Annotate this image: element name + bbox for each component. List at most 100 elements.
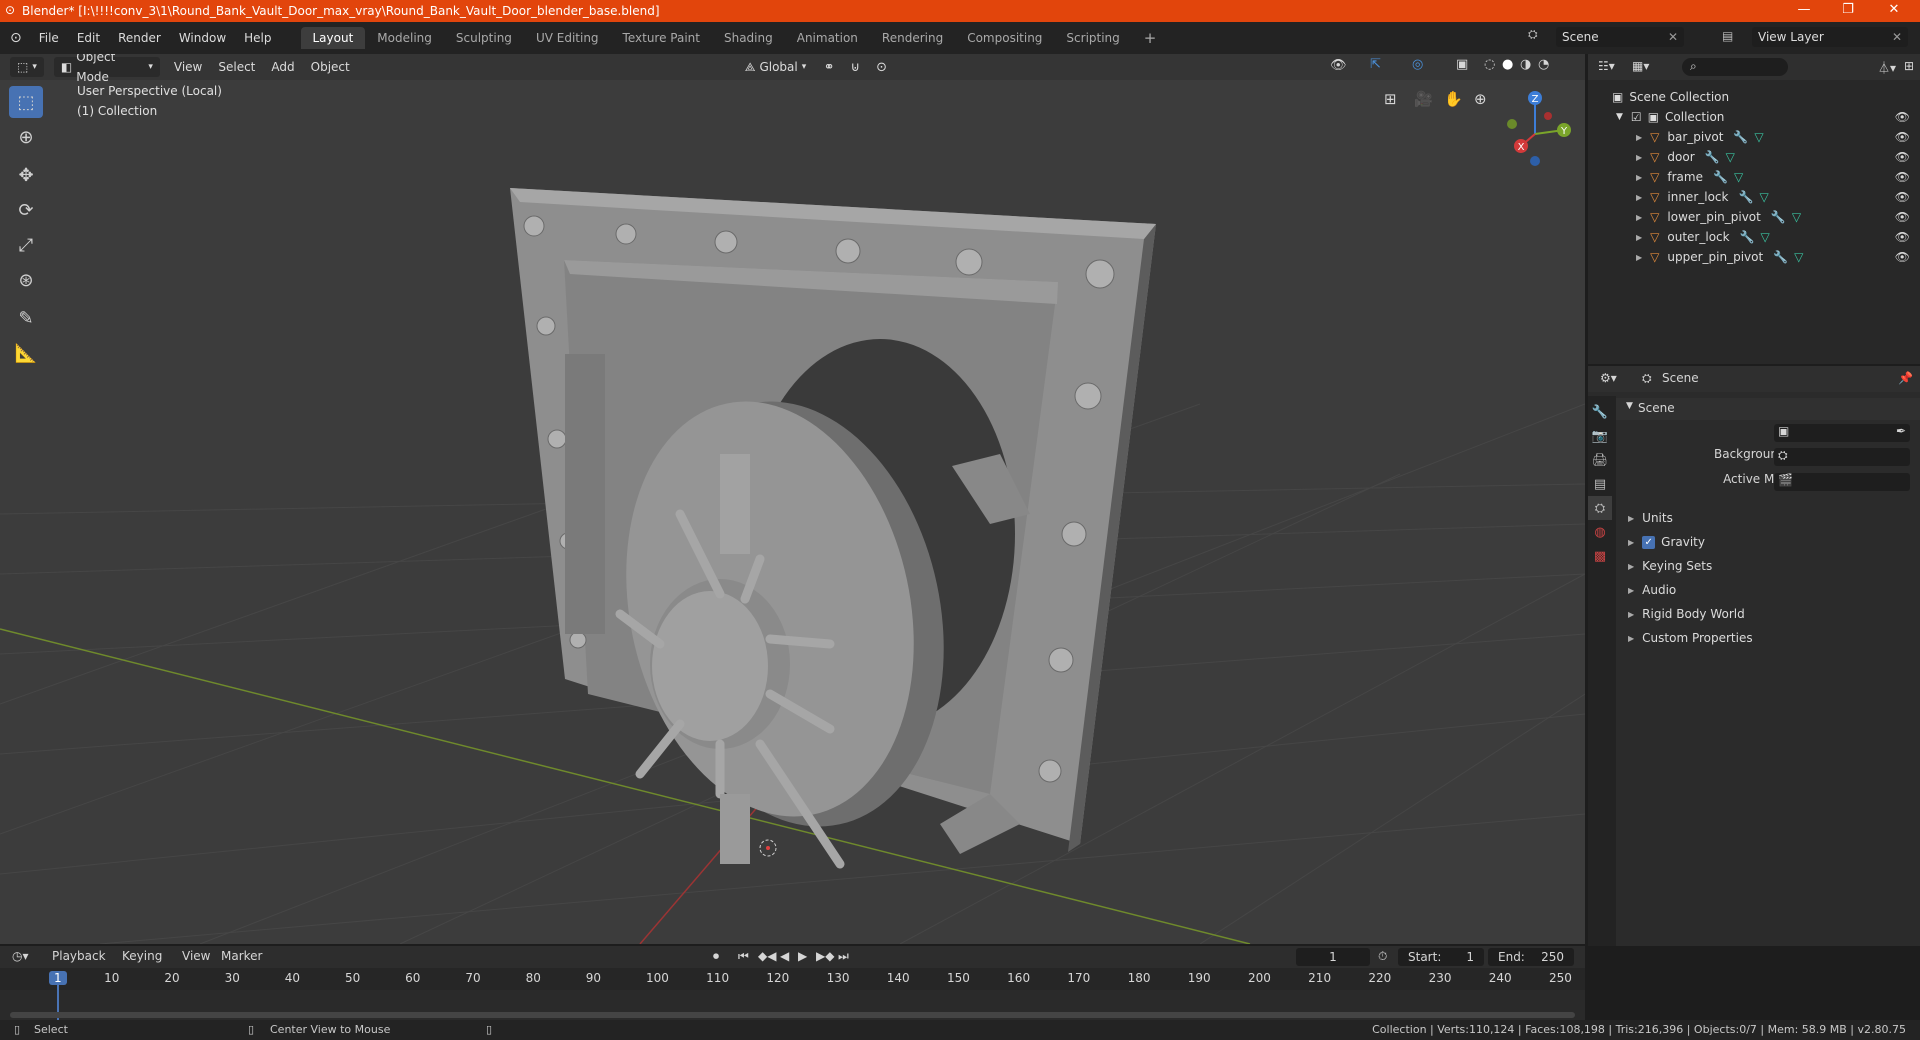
outliner-row-frame[interactable]: ▶ ▽ frame 🔧 ▽ 👁 <box>1588 167 1920 187</box>
object-visibility-icon[interactable]: 👁 <box>1895 210 1910 224</box>
output-tab-icon[interactable]: 🖨 <box>1588 448 1612 472</box>
mesh-data-icon[interactable]: ▽ <box>1759 190 1768 204</box>
object-visibility-icon[interactable]: 👁 <box>1895 190 1910 204</box>
section-audio[interactable]: ▶ Audio <box>1628 580 1918 600</box>
measure-tool[interactable]: 📐 <box>9 337 43 369</box>
outliner-row-lower-pin-pivot[interactable]: ▶ ▽ lower_pin_pivot 🔧 ▽ 👁 <box>1588 207 1920 227</box>
pan-view-icon[interactable]: ✋ <box>1444 90 1463 108</box>
camera-view-icon[interactable]: 🎥 <box>1414 90 1433 108</box>
move-tool[interactable]: ✥ <box>9 159 43 191</box>
expand-object-icon[interactable]: ▶ <box>1636 233 1642 242</box>
viewport-menu-add[interactable]: Add <box>263 60 302 74</box>
minimize-button[interactable]: — <box>1784 0 1824 22</box>
tab-scripting[interactable]: Scripting <box>1054 27 1131 49</box>
scene-tab-icon[interactable]: ⛭ <box>1588 496 1612 520</box>
modifier-icon[interactable]: 🔧 <box>1773 250 1788 264</box>
tab-sculpting[interactable]: Sculpting <box>444 27 524 49</box>
frame-ruler[interactable]: 1 10 20 30 40 50 60 70 80 90 100 110 120 130 140 150 160… <box>0 968 1585 990</box>
prev-keyframe-button[interactable]: ◆◀ <box>758 949 776 963</box>
grid-view-icon[interactable]: ⊞ <box>1384 90 1397 108</box>
mesh-data-icon[interactable]: ▽ <box>1792 210 1801 224</box>
object-visibility-icon[interactable]: 👁 <box>1895 230 1910 244</box>
outliner-row-bar-pivot[interactable]: ▶ ▽ bar_pivot 🔧 ▽ 👁 <box>1588 127 1920 147</box>
mesh-data-icon[interactable]: ▽ <box>1754 130 1763 144</box>
xray-icon[interactable]: ▣ <box>1456 57 1468 72</box>
end-frame-field[interactable]: End: 250 <box>1488 948 1574 966</box>
orientation-selector[interactable]: ⟁ Global ▾ <box>738 57 816 77</box>
display-mode-icon[interactable]: ▦▾ <box>1632 59 1649 73</box>
shading-solid-icon[interactable]: ● <box>1502 57 1513 72</box>
viewport-menu-select[interactable]: Select <box>210 60 263 74</box>
outliner-row-collection[interactable]: ▼ ☑ ▣ Collection 👁 <box>1588 107 1920 127</box>
tool-tab-icon[interactable]: 🔧 <box>1588 400 1612 424</box>
collection-checkbox[interactable]: ☑ <box>1631 110 1642 124</box>
tab-rendering[interactable]: Rendering <box>870 27 955 49</box>
menu-help[interactable]: Help <box>235 31 280 45</box>
viewport-menu-object[interactable]: Object <box>303 60 358 74</box>
view-layer-selector[interactable]: View Layer ✕ <box>1752 27 1908 47</box>
vault-door-model[interactable] <box>510 188 1156 869</box>
timeline-menu-playback[interactable]: Playback <box>52 949 106 963</box>
expand-object-icon[interactable]: ▶ <box>1636 133 1642 142</box>
menu-file[interactable]: File <box>30 31 68 45</box>
section-units[interactable]: ▶ Units <box>1628 508 1918 528</box>
scale-tool[interactable]: ⤢ <box>9 229 43 261</box>
scene-panel-header[interactable]: ▼ Scene <box>1616 398 1920 420</box>
proportional-editing-icon[interactable]: ⊙ <box>868 60 895 75</box>
stopwatch-icon[interactable]: ⏱ <box>1378 949 1387 964</box>
outliner-search-input[interactable]: ⌕ <box>1682 58 1788 76</box>
modifier-icon[interactable]: 🔧 <box>1771 210 1786 224</box>
scene-selector[interactable]: Scene ✕ <box>1556 27 1684 47</box>
gravity-checkbox[interactable]: ✓ <box>1642 535 1656 549</box>
restore-button[interactable]: ❐ <box>1828 0 1868 22</box>
play-reverse-button[interactable]: ◀ <box>780 949 789 963</box>
snap-icon[interactable]: ⊍ <box>843 60 869 75</box>
active-movie-clip-field[interactable]: 🎬 <box>1774 473 1910 491</box>
gizmo-toggle-icon[interactable]: ⇱ <box>1370 57 1381 72</box>
section-rigid-body-world[interactable]: ▶ Rigid Body World <box>1628 604 1918 624</box>
modifier-icon[interactable]: 🔧 <box>1705 150 1720 164</box>
add-workspace-button[interactable]: + <box>1132 27 1169 49</box>
menu-edit[interactable]: Edit <box>68 31 109 45</box>
navigation-gizmo[interactable]: Z Y X <box>1500 86 1580 166</box>
object-visibility-icon[interactable]: 👁 <box>1895 150 1910 164</box>
mesh-data-icon[interactable]: ▽ <box>1794 250 1803 264</box>
expand-object-icon[interactable]: ▶ <box>1636 153 1642 162</box>
object-visibility-icon[interactable]: 👁 <box>1895 250 1910 264</box>
visibility-icon[interactable]: 👁 <box>1330 58 1347 73</box>
shading-wireframe-icon[interactable]: ◌ <box>1484 57 1495 72</box>
tab-animation[interactable]: Animation <box>785 27 870 49</box>
mesh-data-icon[interactable]: ▽ <box>1726 150 1735 164</box>
mesh-data-icon[interactable]: ▽ <box>1734 170 1743 184</box>
outliner-row-door[interactable]: ▶ ▽ door 🔧 ▽ 👁 <box>1588 147 1920 167</box>
modifier-icon[interactable]: 🔧 <box>1740 230 1755 244</box>
rotate-tool[interactable]: ⟳ <box>9 194 43 226</box>
outliner-row-scene-collection[interactable]: ▣ Scene Collection <box>1588 87 1920 107</box>
object-visibility-icon[interactable]: 👁 <box>1895 130 1910 144</box>
view-layer-tab-icon[interactable]: ▤ <box>1588 472 1612 496</box>
3d-viewport[interactable]: ⬚ ▾ ◧ Object Mode ▾ View Select Add Object … <box>0 54 1585 944</box>
zoom-view-icon[interactable]: ⊕ <box>1474 90 1487 108</box>
object-visibility-icon[interactable]: 👁 <box>1895 170 1910 184</box>
annotate-tool[interactable]: ✎ <box>9 302 43 334</box>
tab-shading[interactable]: Shading <box>712 27 785 49</box>
pivot-point-icon[interactable]: ⚭ <box>816 60 843 75</box>
record-button[interactable]: ⏺ <box>713 949 719 964</box>
cursor-tool[interactable]: ⊕ <box>9 121 43 153</box>
outliner-editor-icon[interactable]: ☷▾ <box>1598 59 1615 73</box>
mode-selector[interactable]: ◧ Object Mode ▾ <box>53 54 160 84</box>
tab-modeling[interactable]: Modeling <box>365 27 444 49</box>
filter-icon[interactable]: ⏃▾ <box>1878 59 1896 76</box>
section-keying-sets[interactable]: ▶ Keying Sets <box>1628 556 1918 576</box>
timeline-menu-view[interactable]: View <box>182 949 210 963</box>
modifier-icon[interactable]: 🔧 <box>1713 170 1728 184</box>
outliner-row-upper-pin-pivot[interactable]: ▶ ▽ upper_pin_pivot 🔧 ▽ 👁 <box>1588 247 1920 267</box>
viewport-menu-view[interactable]: View <box>166 60 210 74</box>
current-frame-field[interactable]: 1 <box>1296 948 1370 966</box>
shading-material-icon[interactable]: ◑ <box>1520 57 1531 72</box>
close-window-button[interactable]: ✕ <box>1874 0 1914 22</box>
properties-editor-icon[interactable]: ⚙▾ <box>1600 371 1617 385</box>
next-keyframe-button[interactable]: ▶◆ <box>816 949 834 963</box>
background-scene-field[interactable]: ⛭ <box>1774 448 1910 466</box>
texture-tab-icon[interactable]: ▩ <box>1588 544 1612 568</box>
